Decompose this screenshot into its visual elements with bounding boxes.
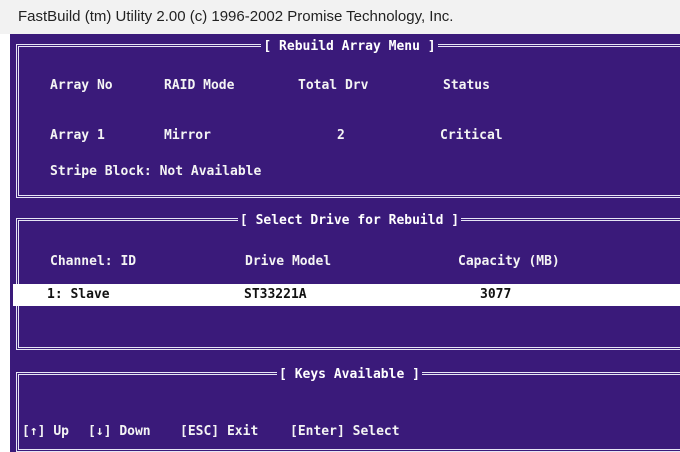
drive-channel: 1: Slave: [47, 287, 110, 302]
select-drive-title: [ Select Drive for Rebuild ]: [237, 213, 462, 228]
drive-model: ST33221A: [244, 287, 307, 302]
keys-panel: [ Keys Available ] [↑] Up [↓] Down [ESC]…: [10, 352, 680, 452]
key-enter-hint[interactable]: [Enter] Select: [290, 424, 400, 439]
key-up-hint[interactable]: [↑] Up: [22, 424, 69, 439]
select-drive-panel: [ Select Drive for Rebuild ] Channel: ID…: [10, 202, 680, 352]
stripe-block-info: Stripe Block: Not Available: [50, 164, 262, 179]
key-down-hint[interactable]: [↓] Down: [88, 424, 151, 439]
key-esc: [ESC]: [180, 424, 220, 439]
header-drive-model: Drive Model: [245, 254, 332, 269]
drive-capacity: 3077: [480, 287, 512, 302]
key-esc-label: Exit: [226, 424, 259, 439]
header-raid-mode: RAID Mode: [164, 78, 235, 93]
key-up-label: Up: [53, 424, 69, 439]
bios-screen: FastBuild (tm) Utility 2.00 (c) 1996-200…: [0, 0, 680, 452]
key-enter-label: Select: [352, 424, 400, 439]
keys-frame: [ Keys Available ]: [16, 367, 680, 452]
array-total-drives: 2: [337, 128, 345, 143]
header-status: Status: [443, 78, 490, 93]
key-down: [↓]: [88, 424, 112, 439]
array-status: Critical: [440, 128, 503, 143]
window-title: FastBuild (tm) Utility 2.00 (c) 1996-200…: [0, 0, 680, 34]
rebuild-array-panel: [ Rebuild Array Menu ] Array No RAID Mod…: [10, 34, 680, 202]
header-array-no: Array No: [50, 78, 113, 93]
header-total-drv: Total Drv: [298, 78, 369, 93]
key-down-label: Down: [119, 424, 151, 439]
drive-row-selected[interactable]: 1: Slave ST33221A 3077: [13, 284, 680, 306]
header-channel-id: Channel: ID: [50, 254, 137, 269]
key-up: [↑]: [22, 424, 46, 439]
key-esc-hint[interactable]: [ESC] Exit: [180, 424, 258, 439]
rebuild-array-title: [ Rebuild Array Menu ]: [261, 39, 438, 54]
keys-title: [ Keys Available ]: [277, 367, 422, 382]
key-enter: [Enter]: [290, 424, 345, 439]
array-number: Array 1: [50, 128, 105, 143]
array-raid-mode: Mirror: [164, 128, 211, 143]
header-capacity: Capacity (MB): [458, 254, 560, 269]
